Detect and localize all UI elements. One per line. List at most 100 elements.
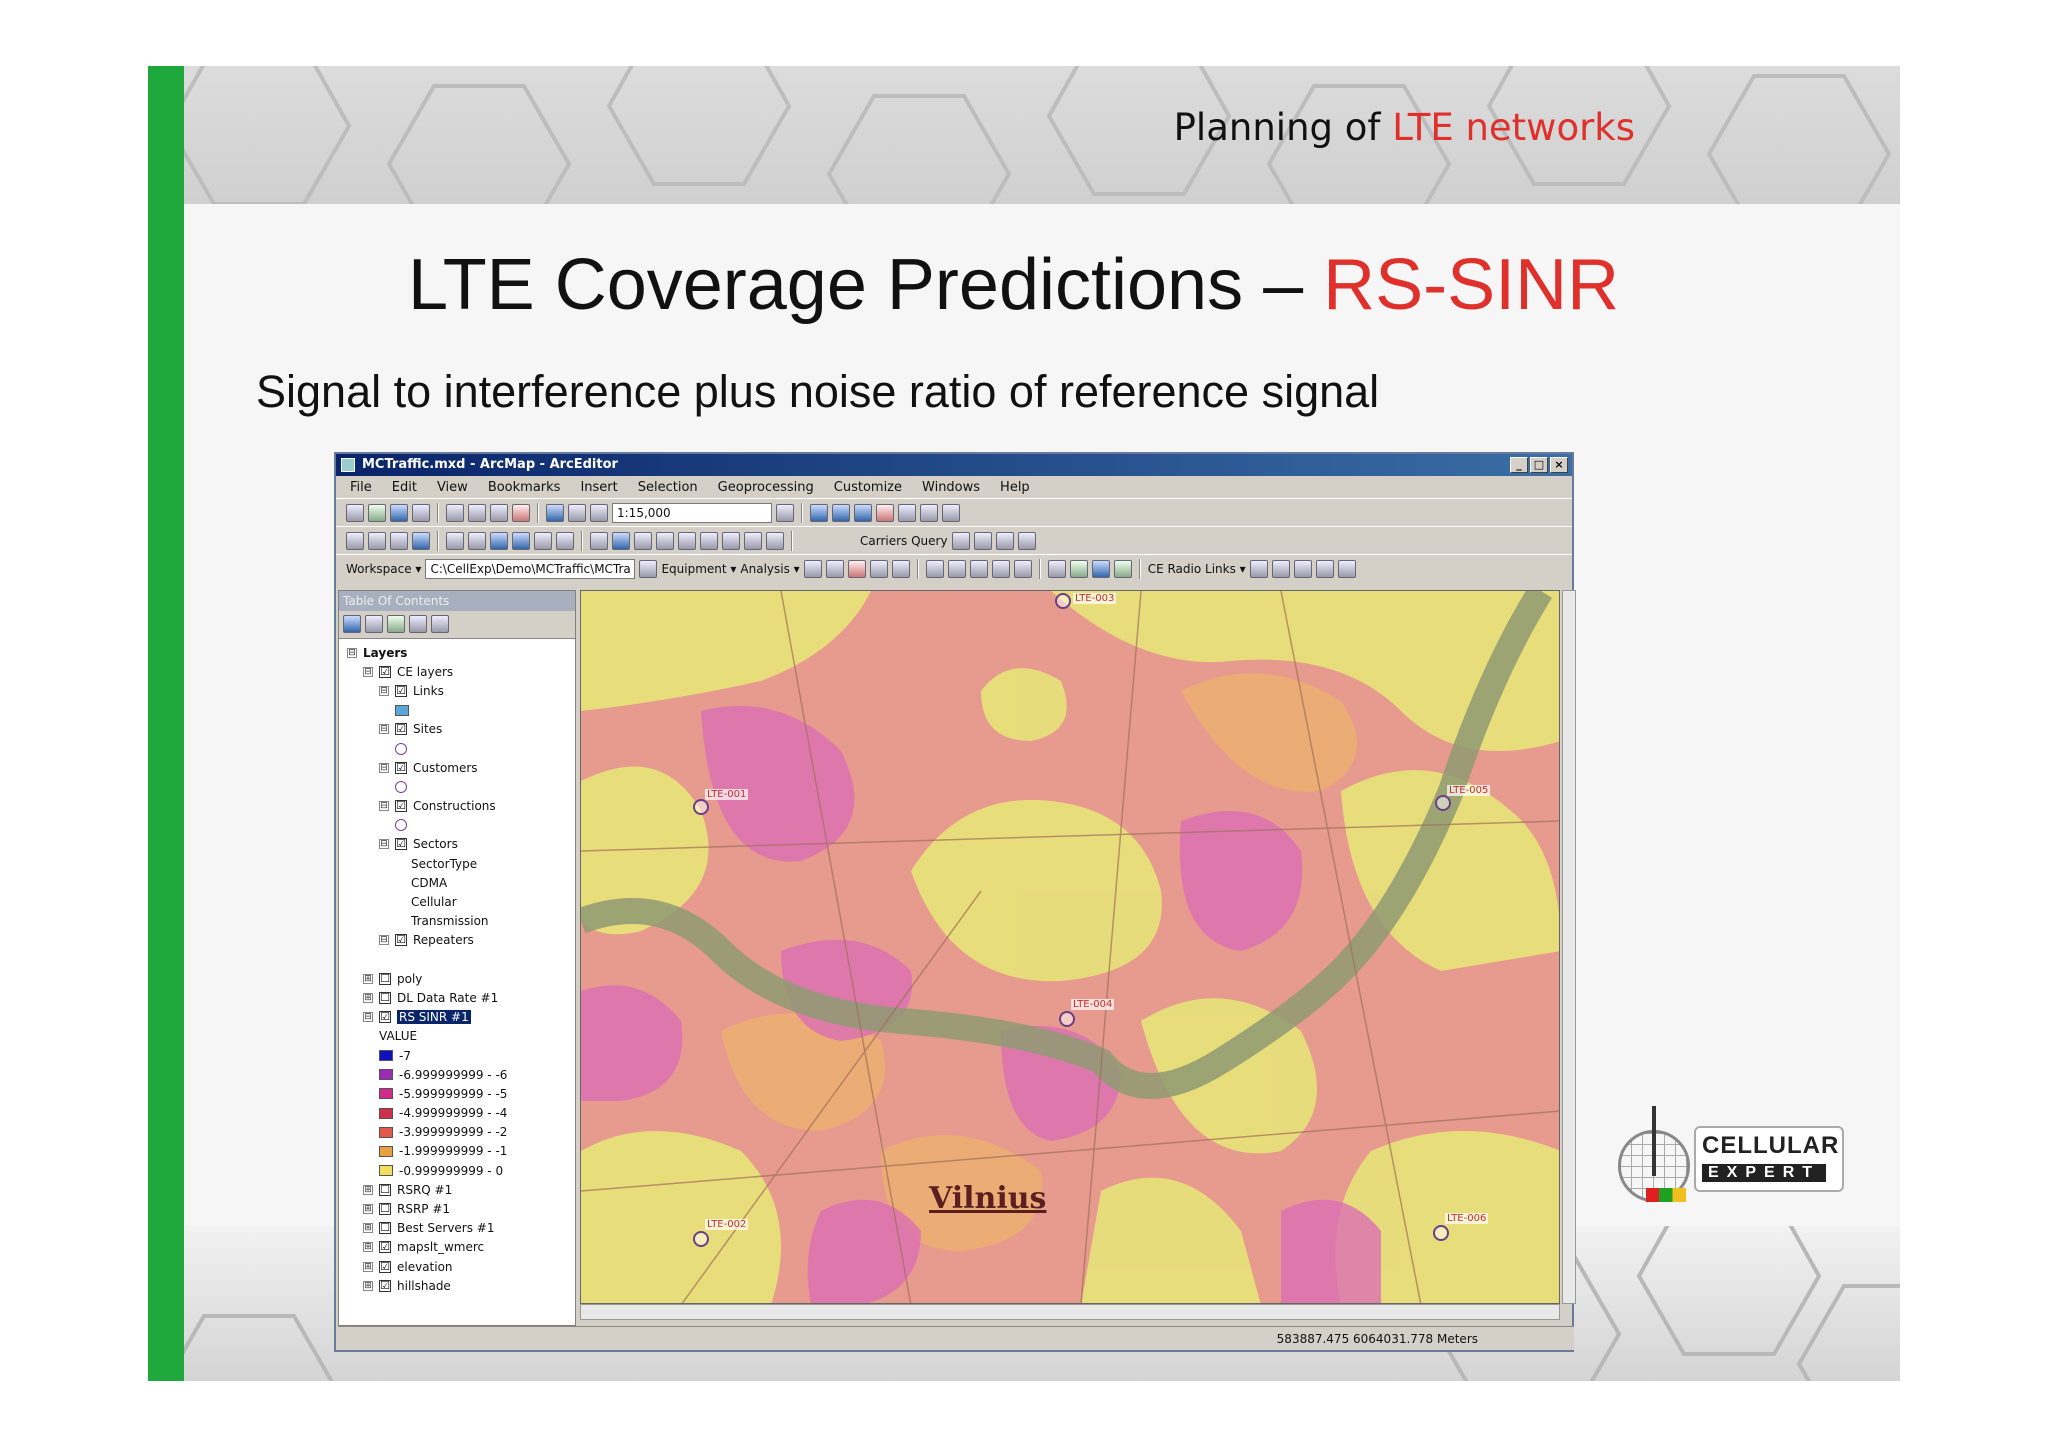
report-icon[interactable] <box>847 559 866 578</box>
map-horizontal-scrollbar[interactable] <box>580 1304 1560 1320</box>
eye-icon[interactable] <box>1047 559 1066 578</box>
menu-insert[interactable]: Insert <box>580 480 617 495</box>
whats-this-icon[interactable] <box>942 503 960 522</box>
layer-visibility-checkbox[interactable]: ☑ <box>395 723 407 736</box>
measure-icon[interactable] <box>678 531 696 550</box>
layer-visibility-checkbox[interactable]: ☑ <box>379 1241 391 1254</box>
hyperlink-icon[interactable] <box>634 531 652 550</box>
html-popup-icon[interactable] <box>656 531 674 550</box>
minimize-button[interactable]: _ <box>1510 457 1528 473</box>
toc-row[interactable]: ⊟ ☑ Sites <box>347 720 575 739</box>
menu-customize[interactable]: Customize <box>834 480 902 495</box>
full-extent-icon[interactable] <box>412 531 430 550</box>
layer-visibility-checkbox[interactable]: ☐ <box>379 1183 391 1196</box>
select-elements-icon[interactable] <box>590 531 608 550</box>
find-icon[interactable] <box>700 531 718 550</box>
layer-visibility-checkbox[interactable]: ☑ <box>395 684 407 697</box>
menu-view[interactable]: View <box>437 480 468 495</box>
find-route-icon[interactable] <box>722 531 740 550</box>
toc-row[interactable] <box>347 739 575 758</box>
catalog-icon[interactable] <box>832 503 850 522</box>
copy-icon[interactable] <box>468 503 486 522</box>
time-slider-icon[interactable] <box>766 531 784 550</box>
analysis-menu[interactable]: Analysis ▾ <box>740 562 799 576</box>
toc-row[interactable]: ⊞ ☐ Best Servers #1 <box>347 1219 575 1238</box>
window-titlebar[interactable]: MCTraffic.mxd - ArcMap - ArcEditor _ □ × <box>336 454 1572 476</box>
expand-toggle-icon[interactable]: ⊟ <box>347 647 357 658</box>
toc-row[interactable]: ⊞ ☐ DL Data Rate #1 <box>347 988 575 1007</box>
carriers-query-label[interactable]: Carriers Query <box>860 534 948 548</box>
toc-row[interactable]: -6.999999999 - -6 <box>347 1065 575 1084</box>
toc-row[interactable]: -7 <box>347 1046 575 1065</box>
network-icon[interactable] <box>1091 559 1110 578</box>
menu-edit[interactable]: Edit <box>392 480 417 495</box>
radio-links-menu[interactable]: CE Radio Links ▾ <box>1148 562 1246 576</box>
go-to-xy-icon[interactable] <box>744 531 762 550</box>
point-analysis-icon[interactable] <box>825 559 844 578</box>
toc-row[interactable]: -1.999999999 - -1 <box>347 1142 575 1161</box>
layer-visibility-checkbox[interactable]: ☐ <box>379 1222 391 1235</box>
workspace-path-combo[interactable]: C:\CellExp\Demo\MCTraffic\MCTra <box>425 558 636 579</box>
expand-toggle-icon[interactable]: ⊟ <box>379 724 389 735</box>
pan-icon[interactable] <box>390 531 408 550</box>
layout-icon[interactable] <box>925 559 944 578</box>
search-window-icon[interactable] <box>854 503 872 522</box>
toc-row[interactable]: ⊟ ☑ CE layers <box>347 662 575 681</box>
toc-row[interactable]: -5.999999999 - -5 <box>347 1084 575 1103</box>
target-icon[interactable] <box>1315 559 1334 578</box>
link-line-icon[interactable] <box>1271 559 1290 578</box>
toc-row[interactable]: CDMA <box>347 873 575 892</box>
toc-row[interactable]: ⊟ ☑ Sectors <box>347 835 575 854</box>
workspace-settings-icon[interactable] <box>639 559 658 578</box>
layer-visibility-checkbox[interactable]: ☐ <box>379 991 391 1004</box>
model-builder-icon[interactable] <box>920 503 938 522</box>
menu-geoprocessing[interactable]: Geoprocessing <box>718 480 814 495</box>
forward-extent-icon[interactable] <box>512 531 530 550</box>
zoom-in-icon[interactable] <box>346 531 364 550</box>
toc-row[interactable]: -0.999999999 - 0 <box>347 1161 575 1180</box>
radio-link-icon[interactable] <box>1249 559 1268 578</box>
paste-icon[interactable] <box>490 503 508 522</box>
back-extent-icon[interactable] <box>490 531 508 550</box>
expand-toggle-icon[interactable]: ⊞ <box>363 1261 373 1272</box>
expand-toggle-icon[interactable]: ⊟ <box>379 839 389 850</box>
expand-toggle-icon[interactable]: ⊟ <box>363 666 373 677</box>
table-of-contents-icon[interactable] <box>810 503 828 522</box>
list-by-visibility-icon[interactable] <box>387 615 405 633</box>
grid-icon[interactable] <box>1013 559 1032 578</box>
toc-row[interactable]: -3.999999999 - -2 <box>347 1123 575 1142</box>
antenna-icon[interactable] <box>891 559 910 578</box>
layer-visibility-checkbox[interactable]: ☑ <box>379 665 391 678</box>
expand-toggle-icon[interactable]: ⊞ <box>363 1184 373 1195</box>
toc-row[interactable]: Cellular <box>347 892 575 911</box>
expand-toggle-icon[interactable]: ⊞ <box>363 1242 373 1253</box>
menu-file[interactable]: File <box>350 480 372 495</box>
expand-toggle-icon[interactable]: ⊞ <box>363 1280 373 1291</box>
toc-row[interactable]: Transmission <box>347 912 575 931</box>
toc-row[interactable]: ⊟ ☑ Links <box>347 681 575 700</box>
toc-row[interactable] <box>347 950 575 969</box>
maximize-button[interactable]: □ <box>1530 457 1548 473</box>
map-vertical-scrollbar[interactable] <box>1562 590 1576 1304</box>
editor-toolbar-icon[interactable] <box>776 503 794 522</box>
coverage-icon[interactable] <box>1113 559 1132 578</box>
sector-icon[interactable] <box>1017 531 1036 550</box>
identify-icon[interactable] <box>612 531 630 550</box>
layer-visibility-checkbox[interactable]: ☐ <box>379 972 391 985</box>
toc-row[interactable] <box>347 816 575 835</box>
toc-options-icon[interactable] <box>431 615 449 633</box>
map-scale-combo[interactable]: 1:15,000 <box>612 502 772 523</box>
toc-row[interactable]: -4.999999999 - -4 <box>347 1104 575 1123</box>
layer-visibility-checkbox[interactable]: ☑ <box>395 934 407 947</box>
expand-toggle-icon[interactable]: ⊟ <box>379 801 389 812</box>
statistics-icon[interactable] <box>991 559 1010 578</box>
clear-selection-icon[interactable] <box>556 531 574 550</box>
filter-icon[interactable] <box>969 559 988 578</box>
add-data-icon[interactable] <box>590 503 608 522</box>
layer-visibility-checkbox[interactable]: ☑ <box>395 761 407 774</box>
globe-icon[interactable] <box>1069 559 1088 578</box>
list-by-selection-icon[interactable] <box>409 615 427 633</box>
carriers-query-icon[interactable] <box>951 531 970 550</box>
toc-row[interactable]: ⊟ ☑ Constructions <box>347 797 575 816</box>
expand-toggle-icon[interactable]: ⊞ <box>363 992 373 1003</box>
